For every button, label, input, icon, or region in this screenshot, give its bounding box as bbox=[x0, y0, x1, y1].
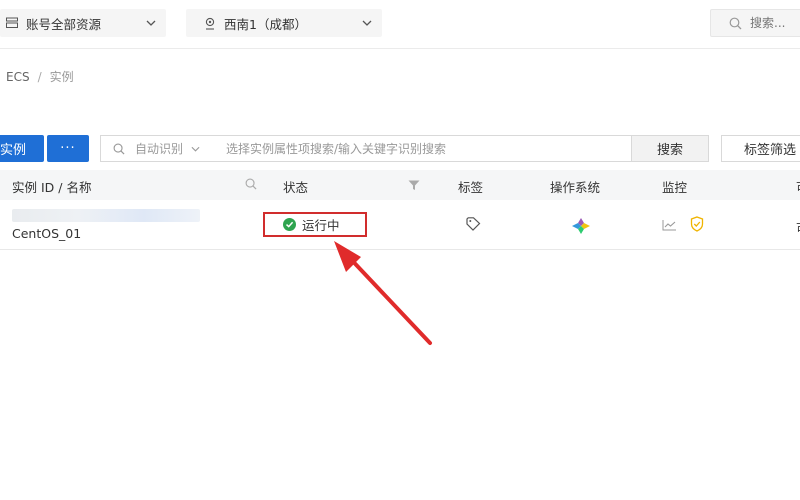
annotation-arrow bbox=[334, 241, 432, 345]
